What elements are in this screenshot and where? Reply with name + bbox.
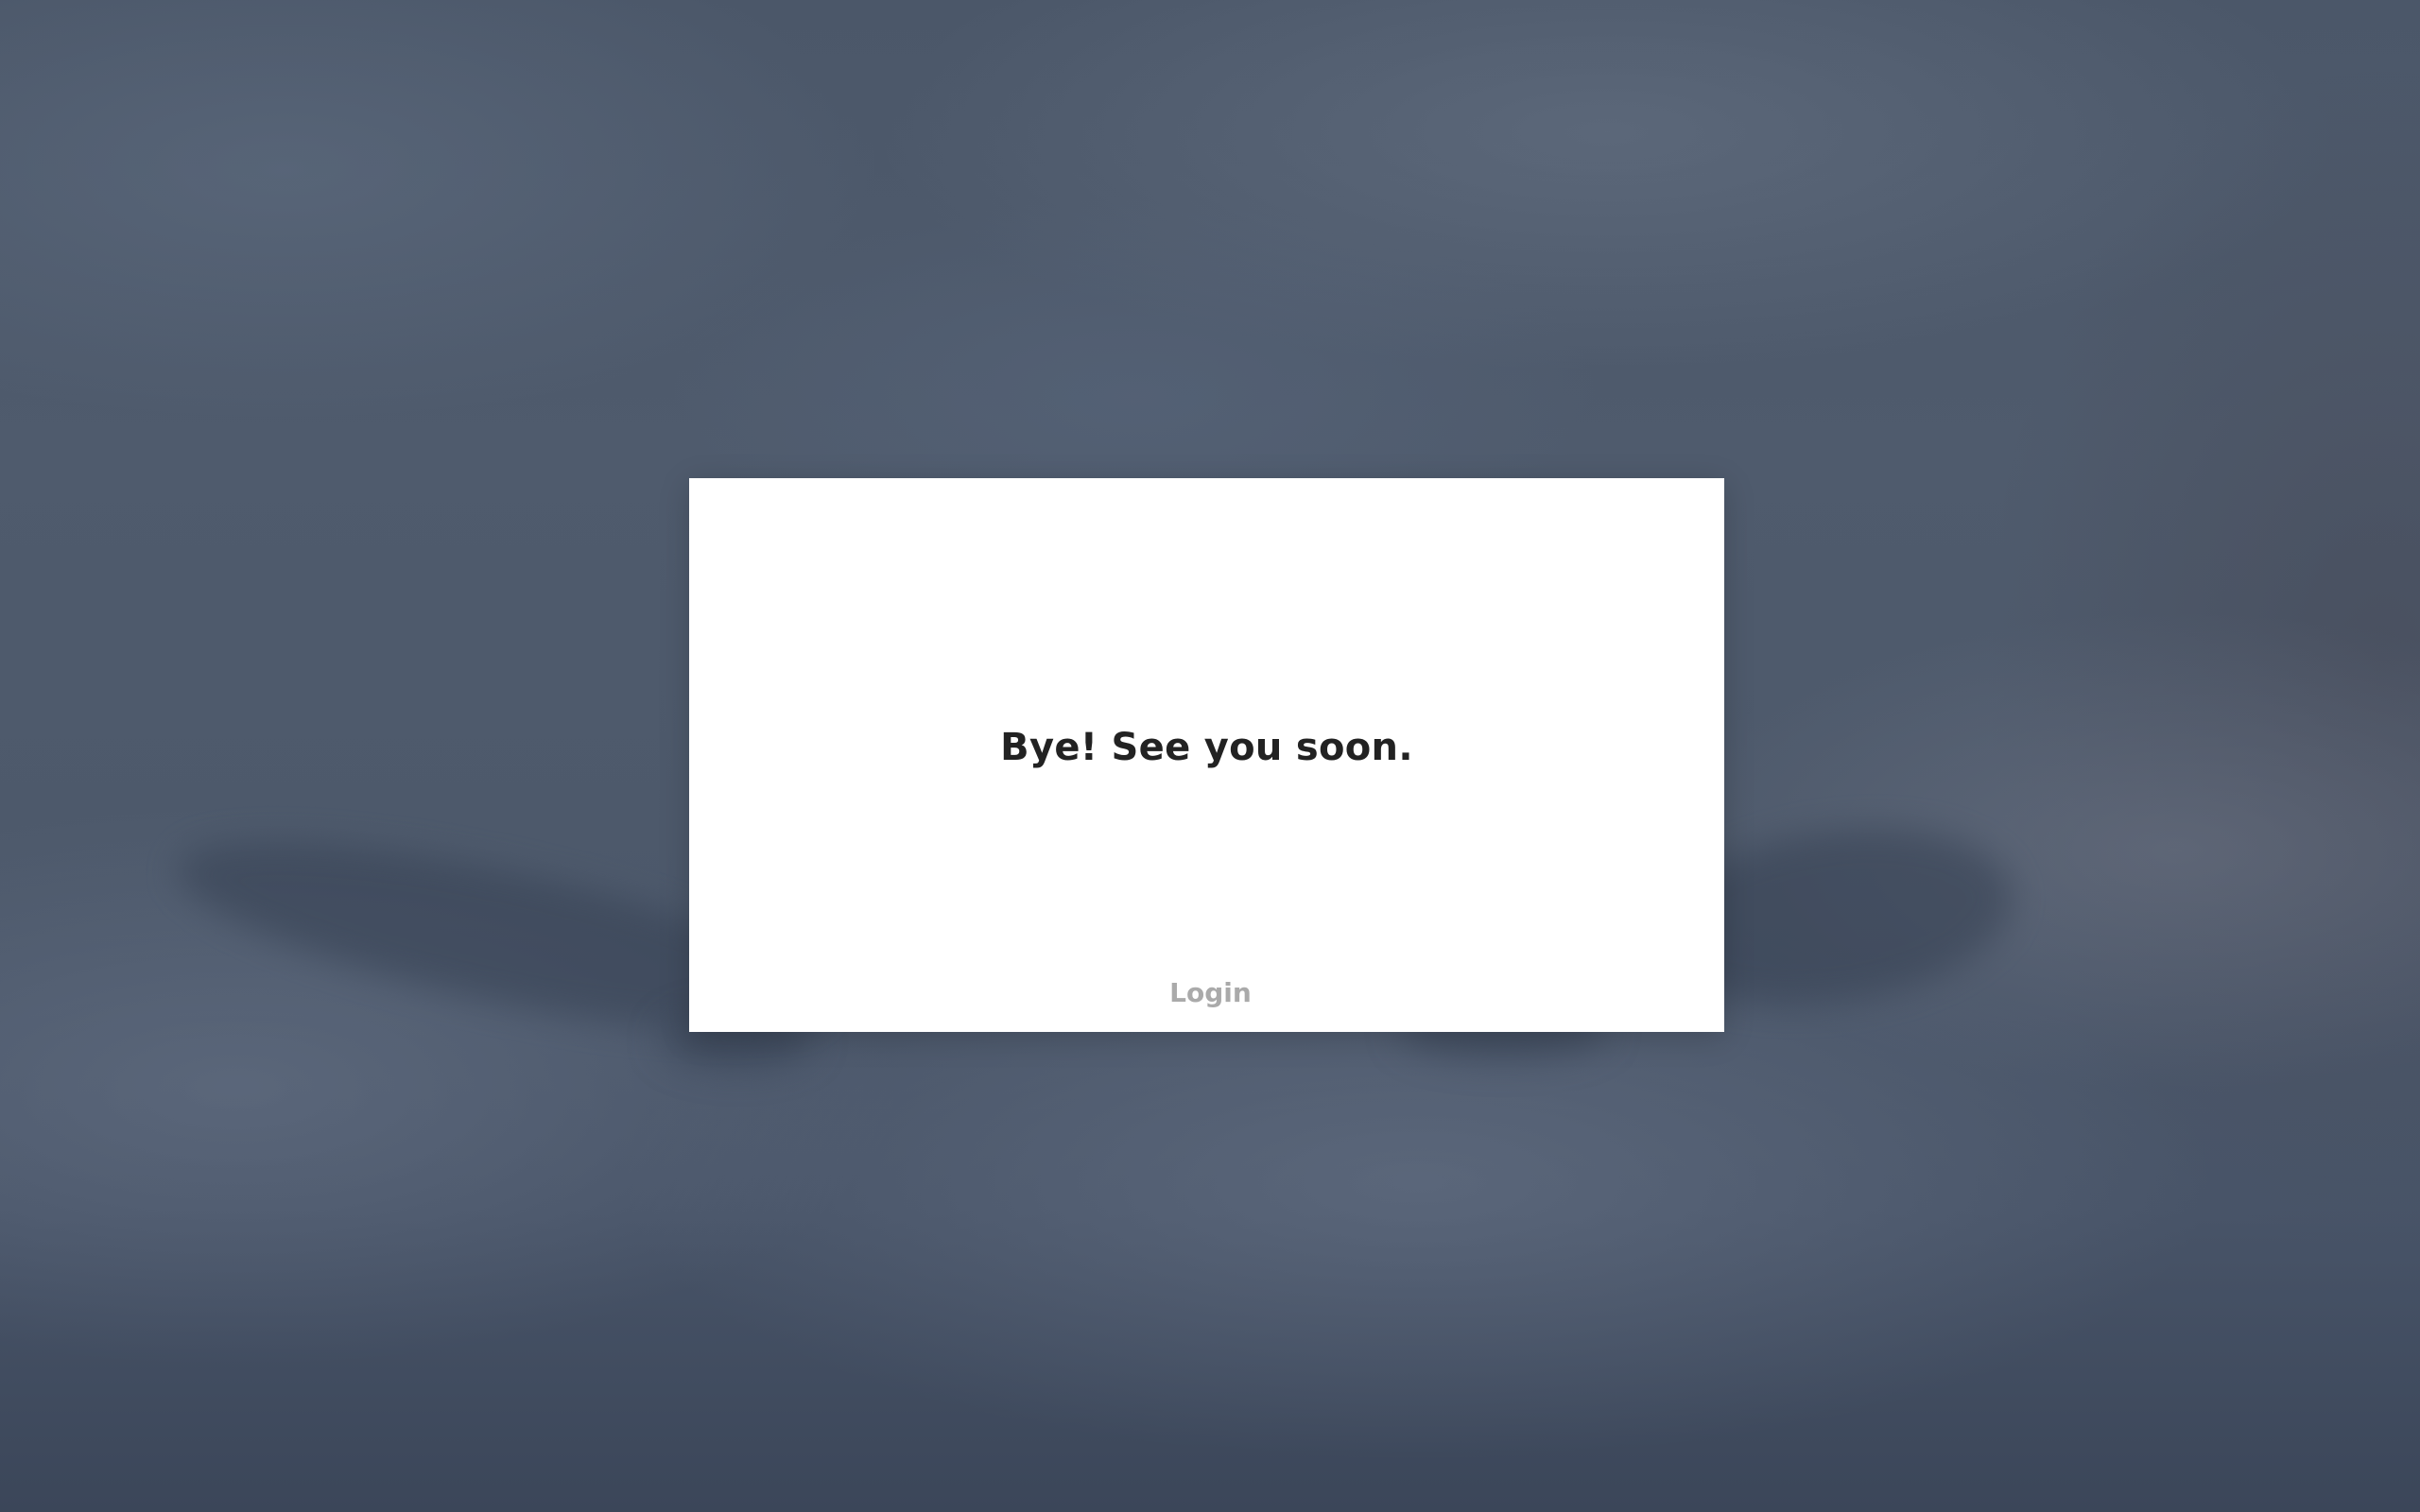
login-link[interactable]: Login — [1162, 977, 1259, 1008]
logout-dialog: Bye! See you soon. Login — [689, 478, 1724, 1032]
logout-message: Bye! See you soon. — [1000, 726, 1413, 769]
login-row: Login — [689, 977, 1724, 1008]
